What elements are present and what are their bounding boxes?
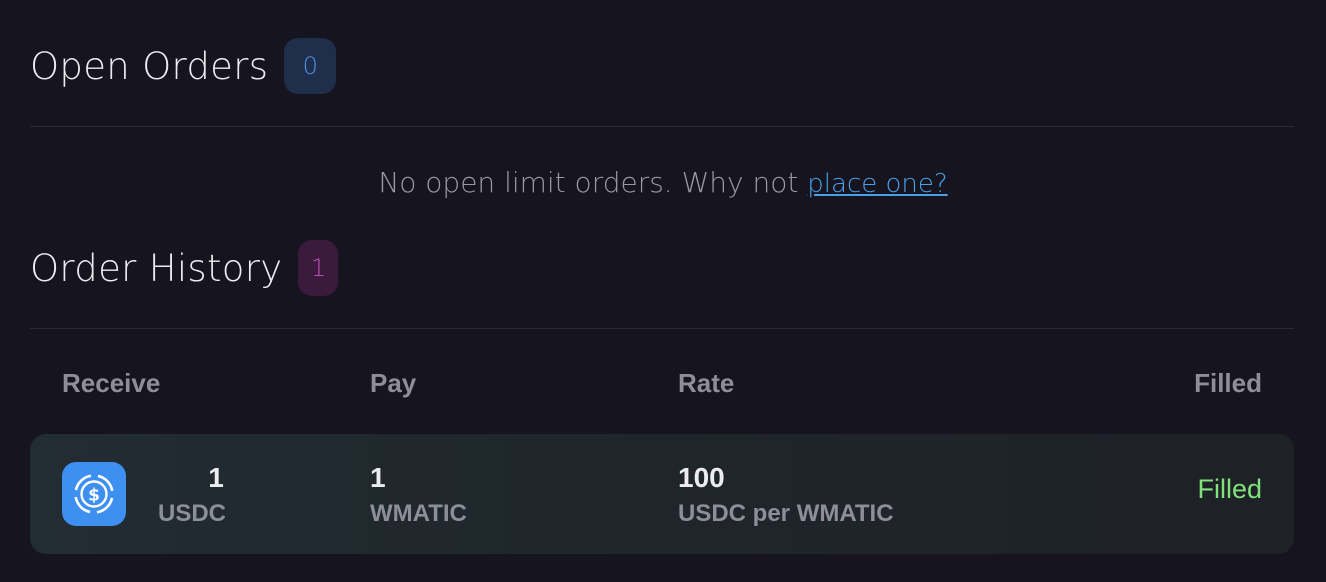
column-header-receive: Receive: [62, 368, 161, 398]
open-orders-count-badge: 0: [284, 38, 337, 94]
open-orders-title: Open Orders: [30, 44, 269, 88]
status-filled-label: Filled: [1197, 474, 1262, 504]
column-header-pay: Pay: [370, 368, 417, 398]
pay-amount: 1: [370, 462, 386, 493]
open-orders-header: Open Orders 0: [30, 38, 337, 94]
table-row[interactable]: $ 1 USDC 1 WMATIC 100 USDC per WMATIC Fi…: [30, 434, 1294, 554]
pay-token: WMATIC: [370, 500, 467, 527]
place-order-link[interactable]: place one?: [807, 169, 947, 199]
rate-value: 100: [678, 462, 725, 493]
usdc-icon: $: [62, 462, 126, 526]
order-history-header: Order History 1: [30, 240, 339, 296]
receive-token: USDC: [158, 500, 227, 527]
order-history-title: Order History: [30, 246, 283, 290]
svg-text:$: $: [88, 486, 100, 506]
rate-unit: USDC per WMATIC: [678, 500, 894, 527]
column-header-filled: Filled: [1194, 368, 1262, 398]
order-history-count-badge: 1: [298, 240, 339, 296]
open-orders-divider: [30, 126, 1294, 127]
empty-message-text: No open limit orders. Why not: [378, 166, 808, 199]
receive-amount: 1: [208, 462, 224, 493]
column-header-rate: Rate: [678, 368, 735, 398]
open-orders-empty-message: No open limit orders. Why not place one?: [0, 166, 1326, 199]
order-history-divider: [30, 328, 1294, 329]
